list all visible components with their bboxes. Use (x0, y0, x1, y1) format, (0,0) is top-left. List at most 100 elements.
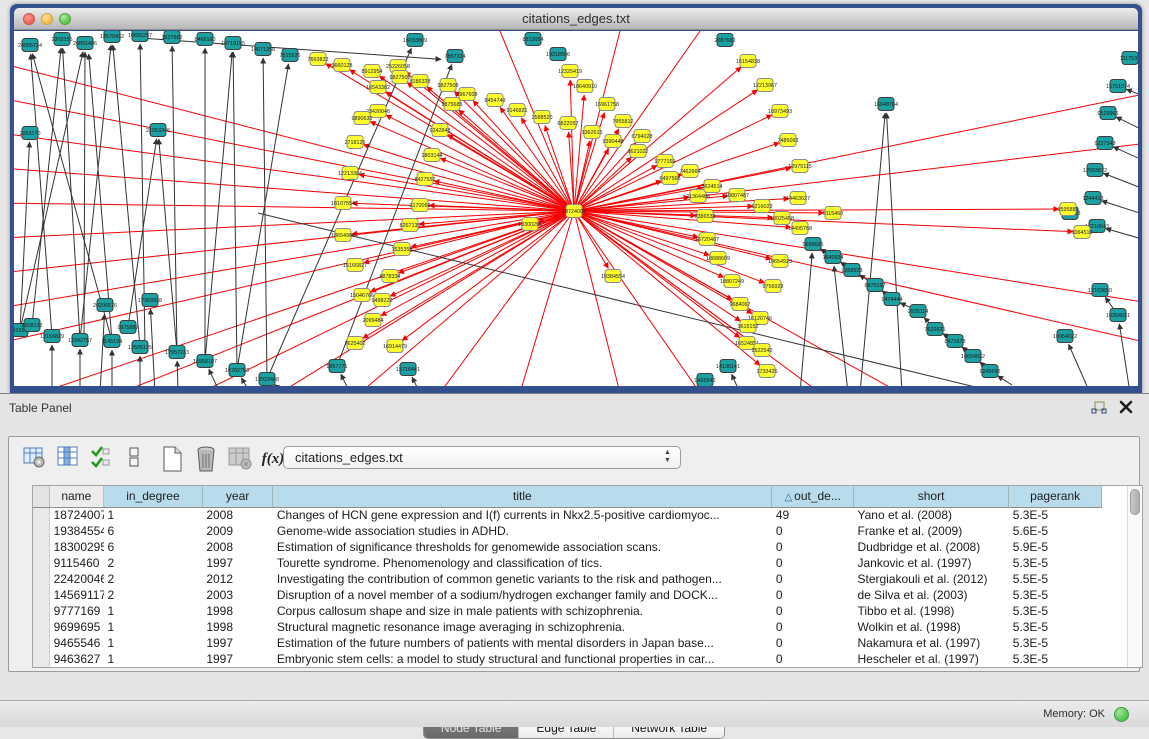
network-node[interactable]: 14463627 (786, 192, 810, 205)
network-node[interactable]: 12103650 (1088, 284, 1112, 297)
table-cell[interactable]: 5.3E-5 (1009, 651, 1102, 667)
network-node[interactable]: 2087682 (715, 34, 736, 47)
table-cell[interactable]: 2 (104, 587, 203, 603)
network-node[interactable]: 9875685 (442, 98, 463, 111)
network-node[interactable]: 6879197 (865, 279, 886, 292)
table-cell[interactable]: 5.3E-5 (1009, 555, 1102, 571)
network-node[interactable]: 14671358 (251, 43, 275, 56)
network-node[interactable]: 10655257 (128, 31, 152, 42)
float-panel-icon[interactable] (1091, 401, 1107, 415)
table-cell[interactable]: 6 (104, 523, 203, 539)
table-cell[interactable]: 18724007 (49, 507, 103, 523)
table-cell[interactable]: 0 (772, 619, 854, 635)
network-node[interactable]: 10973493 (768, 105, 792, 118)
table-cell[interactable]: Genome-wide association studies in ADHD. (273, 523, 772, 539)
table-cell[interactable]: 49 (772, 507, 854, 523)
network-node[interactable]: 1527602 (162, 31, 183, 44)
network-node[interactable]: 1244413 (1083, 192, 1104, 205)
network-node[interactable]: 16154838 (736, 55, 760, 68)
network-node[interactable]: 10807487 (725, 189, 749, 202)
table-row[interactable]: 969969511998Structural magnetic resonanc… (33, 619, 1102, 635)
network-node[interactable]: 20891406 (73, 37, 97, 50)
column-header-in_degree[interactable]: in_degree (104, 486, 203, 507)
network-node[interactable]: 6216023 (752, 200, 773, 213)
network-node[interactable]: 17957233 (165, 346, 189, 359)
table-cell[interactable]: 0 (772, 635, 854, 651)
table-cell[interactable]: Dudbridge et al. (2008) (853, 539, 1008, 555)
network-node[interactable]: 7485063 (778, 134, 799, 147)
table-cell[interactable]: Tourette syndrome. Phenomenology and cla… (273, 555, 772, 571)
network-node[interactable]: 1064510 (1072, 226, 1093, 239)
table-select-dropdown[interactable]: citations_edges.txt ▲▼ (283, 446, 681, 469)
column-header-title[interactable]: title (273, 486, 772, 507)
table-cell[interactable]: 0 (772, 539, 854, 555)
network-node[interactable]: 9474444 (882, 293, 903, 306)
network-node[interactable]: 18570432 (100, 31, 124, 43)
network-node[interactable]: 8471678 (945, 335, 966, 348)
network-node[interactable]: 12975115 (788, 160, 812, 173)
network-node[interactable]: 16914479 (383, 340, 407, 353)
table-cell[interactable]: 5.3E-5 (1009, 603, 1102, 619)
network-canvas[interactable]: 2405572423031552089140618570432106552571… (14, 31, 1138, 386)
network-node[interactable]: 9890631 (352, 112, 373, 125)
network-node[interactable]: 8813054 (523, 33, 544, 46)
table-cell[interactable]: 0 (772, 651, 854, 667)
network-node[interactable]: 1362615 (582, 126, 603, 139)
table-cell[interactable]: 5.3E-5 (1009, 507, 1102, 523)
table-cell[interactable]: 18300295 (49, 539, 103, 555)
network-node[interactable]: 10654022 (961, 350, 985, 363)
table-cell[interactable]: 2003 (202, 587, 273, 603)
network-node[interactable]: 7663822 (308, 53, 329, 66)
memory-status-icon[interactable] (1114, 707, 1129, 722)
network-node[interactable]: 7632621 (925, 323, 946, 336)
network-node[interactable]: 7462664 (680, 165, 701, 178)
table-cell[interactable]: 1997 (202, 555, 273, 571)
table-cell[interactable]: Investigating the contribution of common… (273, 571, 772, 587)
table-cell[interactable]: Changes of HCN gene expression and I(f) … (273, 507, 772, 523)
network-node[interactable]: 16648784 (874, 98, 898, 111)
table-cell[interactable]: 2008 (202, 507, 273, 523)
network-node[interactable]: 10719155 (221, 37, 245, 50)
network-node[interactable]: 8454749 (485, 94, 506, 107)
network-node[interactable]: 2803144 (422, 149, 443, 162)
network-node[interactable]: 21053346 (146, 124, 170, 137)
network-node[interactable]: 12923468 (255, 373, 279, 386)
network-node[interactable]: 2099484 (363, 314, 384, 327)
table-cell[interactable]: 9465546 (49, 635, 103, 651)
network-node[interactable]: 7625402 (345, 337, 366, 350)
network-node[interactable]: 1615152 (738, 320, 759, 333)
table-cell[interactable]: 2 (104, 555, 203, 571)
table-cell[interactable]: 9463627 (49, 651, 103, 667)
network-node[interactable]: 9756928 (763, 280, 784, 293)
network-node[interactable]: 9227343 (1095, 137, 1116, 150)
table-cell[interactable]: 1997 (202, 651, 273, 667)
network-node[interactable]: 1621022 (628, 145, 649, 158)
network-node[interactable]: 9684067 (730, 298, 751, 311)
table-cell[interactable]: 5.5E-5 (1009, 571, 1102, 587)
network-node[interactable]: 9242848 (430, 124, 451, 137)
table-cell[interactable]: de Silva et al. (2003) (853, 587, 1008, 603)
network-node[interactable]: 6794028 (632, 130, 653, 143)
network-node[interactable]: 19384554 (601, 270, 625, 283)
network-node[interactable]: 9465546 (695, 374, 716, 387)
table-row[interactable]: 977716911998Corpus callosum shape and si… (33, 603, 1102, 619)
table-cell[interactable]: Nakamura et al. (1997) (853, 635, 1008, 651)
network-node[interactable]: 8912954 (362, 65, 383, 78)
network-node[interactable]: 19218506 (546, 48, 570, 61)
network-node[interactable]: 10025458 (770, 212, 794, 225)
network-node[interactable]: 6822057 (558, 117, 579, 130)
table-cell[interactable]: Estimation of the future numbers of pati… (273, 635, 772, 651)
network-node[interactable]: 9660128 (332, 59, 353, 72)
delete-table-icon[interactable] (227, 445, 253, 473)
table-row[interactable]: 1872400712008Changes of HCN gene express… (33, 507, 1102, 523)
column-header-year[interactable]: year (202, 486, 273, 507)
table-cell[interactable]: 9115460 (49, 555, 103, 571)
network-node[interactable]: 24055724 (18, 39, 42, 52)
table-cell[interactable]: Estimation of significance thresholds fo… (273, 539, 772, 555)
network-node[interactable]: 12156829 (40, 330, 64, 343)
network-node[interactable]: 7857224 (445, 50, 466, 63)
network-node[interactable]: 9975887 (118, 321, 139, 334)
table-cell[interactable]: 2 (104, 571, 203, 587)
network-node[interactable]: 9146821 (507, 104, 528, 117)
table-cell[interactable]: 19384554 (49, 523, 103, 539)
